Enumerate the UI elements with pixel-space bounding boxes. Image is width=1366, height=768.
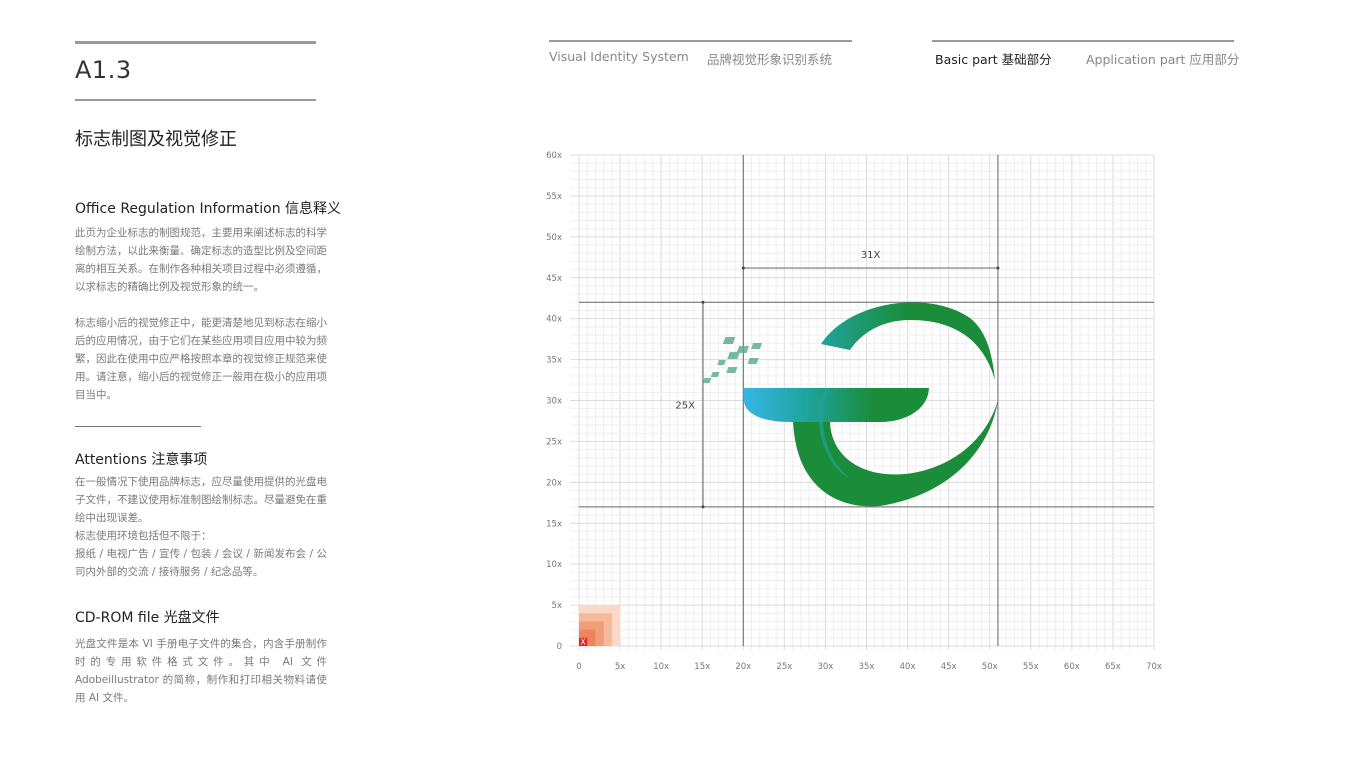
x-tick-label: 15x bbox=[694, 662, 710, 672]
x-tick-label: 55x bbox=[1023, 662, 1039, 672]
x-tick-label: 70x bbox=[1146, 662, 1162, 672]
x-tick-label: 20x bbox=[735, 662, 751, 672]
y-tick-label: 15x bbox=[546, 519, 562, 529]
unit-scale-squares: X bbox=[579, 605, 621, 647]
y-tick-label: 50x bbox=[546, 233, 562, 243]
x-tick-label: 50x bbox=[982, 662, 998, 672]
dimension-endpoint bbox=[701, 300, 705, 304]
y-tick-label: 30x bbox=[546, 397, 562, 407]
y-tick-label: 60x bbox=[546, 151, 562, 161]
x-tick-label: 65x bbox=[1105, 662, 1121, 672]
x-tick-label: 5x bbox=[615, 662, 625, 672]
logo-t-bar bbox=[744, 388, 929, 422]
height-dimension-label: 25X bbox=[675, 401, 695, 412]
width-dimension-label: 31X bbox=[861, 250, 881, 261]
dimension-endpoint bbox=[741, 266, 745, 270]
y-tick-label: 40x bbox=[546, 315, 562, 325]
dimension-endpoint bbox=[701, 505, 705, 509]
x-tick-label: 60x bbox=[1064, 662, 1080, 672]
x-tick-label: 0 bbox=[576, 662, 581, 672]
y-tick-label: 10x bbox=[546, 560, 562, 570]
x-tick-label: 10x bbox=[653, 662, 669, 672]
unit-x-label: X bbox=[581, 638, 586, 647]
x-tick-label: 35x bbox=[859, 662, 875, 672]
logo-emblem bbox=[702, 302, 998, 507]
x-tick-label: 25x bbox=[776, 662, 792, 672]
construction-grid: 0 5x 10x 15x 20x 25x 30x 35x 40x 45x 50x 55x 60x 65x 7… bbox=[546, 151, 1162, 672]
dimension-endpoint bbox=[996, 266, 1000, 270]
y-tick-label: 35x bbox=[546, 356, 562, 366]
y-tick-label: 5x bbox=[552, 601, 562, 611]
x-tick-label: 40x bbox=[900, 662, 916, 672]
y-tick-label: 20x bbox=[546, 478, 562, 488]
x-tick-label: 30x bbox=[817, 662, 833, 672]
x-tick-label: 45x bbox=[941, 662, 957, 672]
y-tick-label: 25x bbox=[546, 437, 562, 447]
y-tick-label: 45x bbox=[546, 274, 562, 284]
y-tick-label: 55x bbox=[546, 192, 562, 202]
y-tick-label: 0 bbox=[557, 642, 562, 652]
